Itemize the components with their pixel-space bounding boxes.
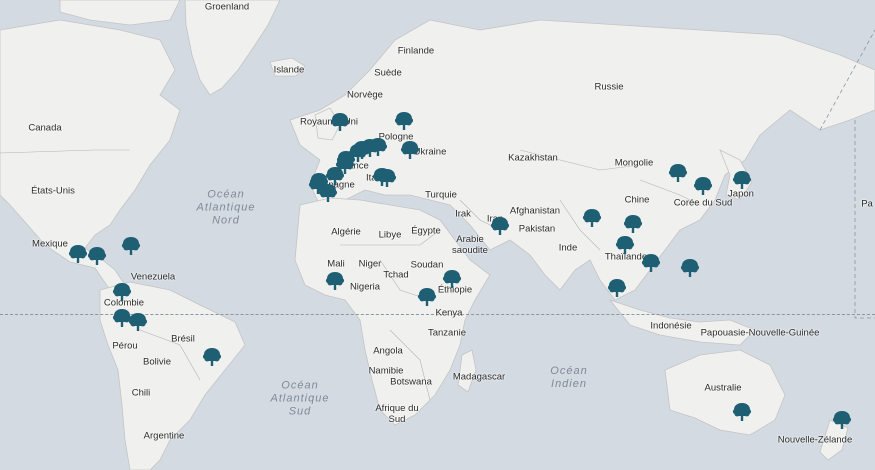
tree-icon[interactable] — [329, 111, 351, 133]
country-label-edge-pa: Pa — [861, 198, 873, 210]
country-label-pakistan: Pakistan — [518, 223, 556, 235]
tree-icon[interactable] — [640, 252, 662, 274]
country-label-bresil: Brésil — [171, 333, 195, 345]
country-label-chili: Chili — [131, 387, 151, 399]
country-label-papouasie: Papouasie-Nouvelle-Guinée — [700, 327, 820, 339]
ocean-label-atlantique-nord: Océan Atlantique Nord — [196, 188, 256, 227]
country-label-russie: Russie — [594, 81, 624, 93]
tree-icon[interactable] — [399, 139, 421, 161]
country-label-argentine: Argentine — [143, 430, 185, 442]
country-label-finlande: Finlande — [397, 45, 435, 57]
country-label-etats-unis: États-Unis — [31, 185, 75, 197]
tree-icon[interactable] — [622, 213, 644, 235]
world-map[interactable]: Océan Atlantique Nord Océan Atlantique S… — [0, 0, 875, 470]
tree-icon[interactable] — [731, 169, 753, 191]
country-label-niger: Niger — [358, 258, 382, 270]
country-label-australie: Australie — [704, 382, 742, 394]
country-label-kenya: Kenya — [435, 307, 463, 319]
country-label-indonesie: Indonésie — [650, 320, 692, 332]
country-label-mali: Mali — [327, 258, 345, 270]
country-label-turquie: Turquie — [425, 189, 457, 201]
tree-icon[interactable] — [667, 162, 689, 184]
country-label-venezuela: Venezuela — [130, 271, 176, 283]
country-label-arabie-saoudite: Arabie saoudite — [452, 234, 488, 256]
country-label-canada: Canada — [28, 122, 62, 134]
country-label-inde: Inde — [558, 242, 578, 254]
country-label-groenland: Groenland — [204, 1, 250, 13]
tree-icon[interactable] — [201, 346, 223, 368]
tree-icon[interactable] — [127, 311, 149, 333]
country-label-tanzanie: Tanzanie — [427, 327, 467, 339]
country-label-afrique-du-sud: Afrique du Sud — [375, 403, 419, 425]
country-label-namibie: Namibie — [368, 365, 404, 377]
tree-icon[interactable] — [359, 137, 381, 159]
tree-icon[interactable] — [441, 268, 463, 290]
tree-icon[interactable] — [416, 286, 438, 308]
country-label-bolivie: Bolivie — [143, 356, 171, 368]
country-label-egypte: Égypte — [411, 225, 441, 237]
country-label-botswana: Botswana — [390, 376, 432, 388]
tree-icon[interactable] — [111, 281, 133, 303]
tree-icon[interactable] — [581, 207, 603, 229]
country-label-mongolie: Mongolie — [614, 157, 654, 169]
country-label-soudan: Soudan — [410, 259, 444, 271]
country-label-nigeria: Nigeria — [349, 281, 381, 293]
tree-icon[interactable] — [489, 215, 511, 237]
country-label-nouvelle-zelande: Nouvelle-Zélande — [777, 434, 853, 446]
country-label-afghanistan: Afghanistan — [509, 205, 561, 217]
country-label-tchad: Tchad — [383, 269, 409, 281]
country-label-madagascar: Madagascar — [452, 371, 506, 383]
tree-icon[interactable] — [86, 245, 108, 267]
tree-icon[interactable] — [614, 234, 636, 256]
country-label-islande: Islande — [273, 64, 305, 76]
country-label-chine: Chine — [624, 194, 650, 206]
country-label-angola: Angola — [373, 345, 403, 357]
tree-icon[interactable] — [692, 175, 714, 197]
country-label-suede: Suède — [374, 67, 402, 79]
country-label-libye: Libye — [378, 229, 402, 241]
tree-icon[interactable] — [393, 110, 415, 132]
ocean-label-atlantique-sud: Océan Atlantique Sud — [270, 379, 330, 418]
tree-icon[interactable] — [376, 167, 398, 189]
country-label-perou: Pérou — [112, 340, 138, 352]
country-label-norvege: Norvège — [347, 89, 383, 101]
tree-icon[interactable] — [831, 409, 853, 431]
tree-icon[interactable] — [307, 174, 329, 196]
tree-icon[interactable] — [120, 235, 142, 257]
tree-icon[interactable] — [335, 149, 357, 171]
tree-icon[interactable] — [324, 270, 346, 292]
tree-icon[interactable] — [679, 257, 701, 279]
country-label-irak: Irak — [455, 208, 471, 220]
ocean-label-indien: Océan Indien — [550, 365, 588, 390]
country-label-mexique: Mexique — [32, 238, 68, 250]
country-label-algerie: Algérie — [331, 226, 361, 238]
country-label-coree-du-sud: Corée du Sud — [673, 197, 733, 209]
country-label-kazakhstan: Kazakhstan — [508, 152, 558, 164]
tree-icon[interactable] — [731, 401, 753, 423]
tree-icon[interactable] — [606, 277, 628, 299]
